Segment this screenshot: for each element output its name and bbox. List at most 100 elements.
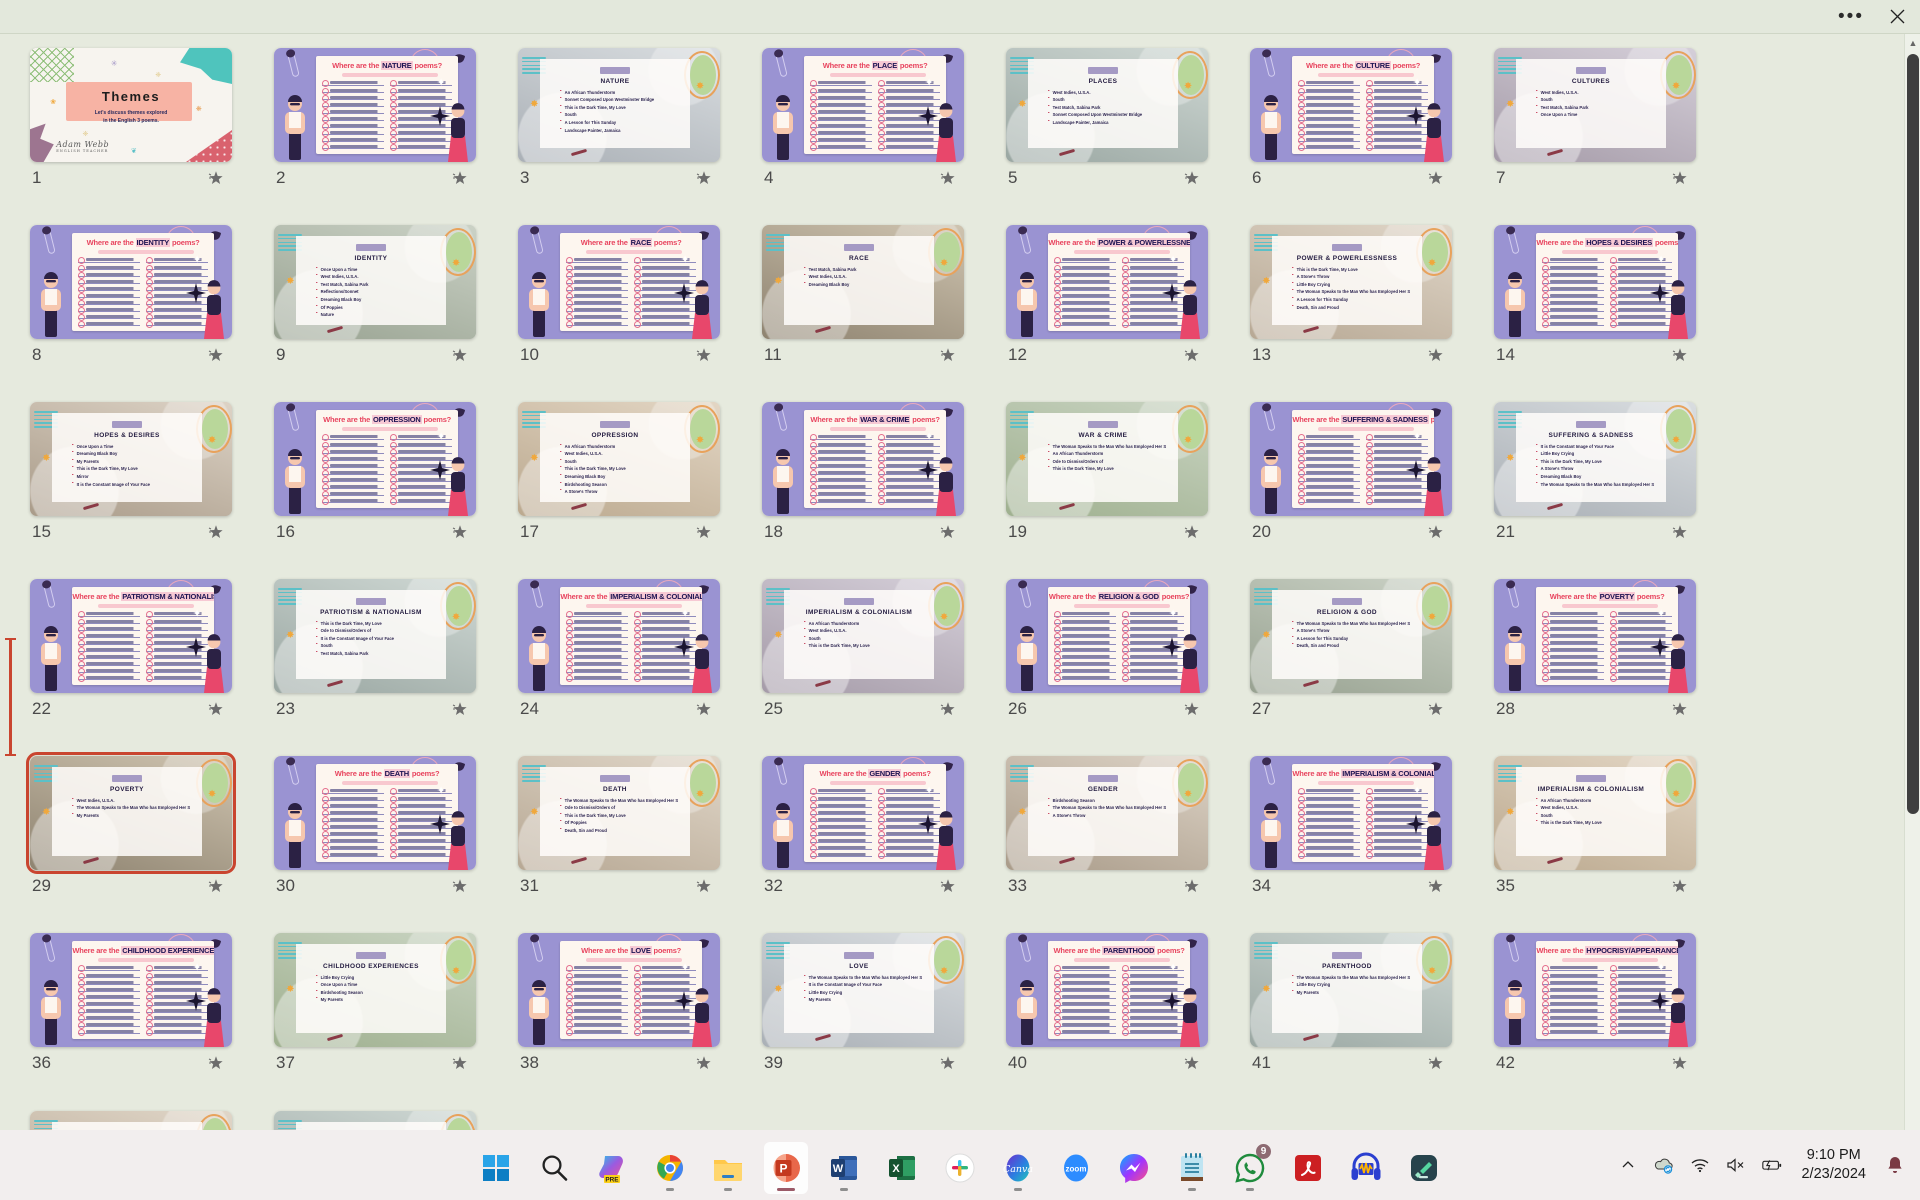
animation-star-icon[interactable]	[940, 878, 956, 894]
slide-cell[interactable]: ✸ ✸	[22, 1107, 266, 1130]
tray-overflow-icon[interactable]	[1617, 1154, 1639, 1176]
slide-cell[interactable]: RACE Test Match, Sabina Park West Indies,…	[754, 221, 998, 398]
animation-star-icon[interactable]	[1672, 1055, 1688, 1071]
slide-cell[interactable]: Where are the WAR & CRIME poems? ✦ 18	[754, 398, 998, 575]
animation-star-icon[interactable]	[452, 347, 468, 363]
animation-star-icon[interactable]	[208, 878, 224, 894]
animation-star-icon[interactable]	[696, 701, 712, 717]
animation-star-icon[interactable]	[1428, 347, 1444, 363]
slide-thumbnail[interactable]: Where are the CHILDHOOD EXPERIENCES poem…	[30, 933, 232, 1047]
slide-cell[interactable]: PATRIOTISM & NATIONALISM This is the Dar…	[266, 575, 510, 752]
slide-cell[interactable]: Where are the RACE poems? ✦ 10	[510, 221, 754, 398]
word-button[interactable]: W	[822, 1142, 866, 1194]
slide-thumbnail[interactable]: Where are the HOPES & DESIRES poems? ✦	[1494, 225, 1696, 339]
slide-thumbnail[interactable]: WAR & CRIME The Woman Speaks to the Man …	[1006, 402, 1208, 516]
slide-cell[interactable]: Where are the GENDER poems? ✦ 32	[754, 752, 998, 929]
slide-cell[interactable]: Where are the PATRIOTISM & NATIONALISM p…	[22, 575, 266, 752]
animation-star-icon[interactable]	[1428, 1055, 1444, 1071]
slide-cell[interactable]: Where are the HYPOCRISY/APPEARANCE VS RE…	[1486, 929, 1730, 1106]
animation-star-icon[interactable]	[208, 701, 224, 717]
slide-cell[interactable]: ✳ ❈ ❈ ❦ ❀ ❋ Themes Let's discuss themes …	[22, 44, 266, 221]
slide-cell[interactable]: IDENTITY Once Upon a Time West Indies, U.…	[266, 221, 510, 398]
slide-thumbnail[interactable]: POWER & POWERLESSNESS This is the Dark T…	[1250, 225, 1452, 339]
slide-thumbnail[interactable]: Where are the PARENTHOOD poems? ✦	[1006, 933, 1208, 1047]
animation-star-icon[interactable]	[452, 878, 468, 894]
scrollbar-thumb[interactable]	[1907, 54, 1919, 814]
slack-button[interactable]	[938, 1142, 982, 1194]
canva-button[interactable]: Canva	[996, 1142, 1040, 1194]
slide-thumbnail[interactable]: Where are the OPPRESSION poems? ✦	[274, 402, 476, 516]
slide-thumbnail[interactable]: NATURE An African Thunderstorm Sonnet Com…	[518, 48, 720, 162]
slide-thumbnail[interactable]: Where are the NATURE poems? ✦	[274, 48, 476, 162]
wifi-icon[interactable]	[1689, 1154, 1711, 1176]
slide-thumbnail[interactable]: LOVE The Woman Speaks to the Man Who has…	[762, 933, 964, 1047]
slide-thumbnail[interactable]: SUFFERING & SADNESS It is the Constant I…	[1494, 402, 1696, 516]
slide-thumbnail[interactable]: ✸ ✸	[274, 1111, 476, 1130]
slide-thumbnail[interactable]: Where are the RACE poems? ✦	[518, 225, 720, 339]
animation-star-icon[interactable]	[452, 170, 468, 186]
slide-cell[interactable]: PARENTHOOD The Woman Speaks to the Man W…	[1242, 929, 1486, 1106]
vertical-scrollbar[interactable]: ▲	[1904, 34, 1920, 1130]
animation-star-icon[interactable]	[452, 1055, 468, 1071]
animation-star-icon[interactable]	[1184, 701, 1200, 717]
animation-star-icon[interactable]	[1672, 347, 1688, 363]
slide-cell[interactable]: Where are the IMPERIALISM & COLONIALISM …	[1242, 752, 1486, 929]
slide-cell[interactable]: Where are the IDENTITY poems? ✦ 8	[22, 221, 266, 398]
slide-cell[interactable]: GENDER Birdshooting Season The Woman Spea…	[998, 752, 1242, 929]
taskbar-clock[interactable]: 9:10 PM 2/23/2024	[1797, 1146, 1870, 1184]
animation-star-icon[interactable]	[1672, 170, 1688, 186]
slide-cell[interactable]: Where are the CHILDHOOD EXPERIENCES poem…	[22, 929, 266, 1106]
slide-thumbnail[interactable]: Where are the CULTURE poems? ✦	[1250, 48, 1452, 162]
close-window-button[interactable]	[1874, 1, 1920, 33]
animation-star-icon[interactable]	[1428, 170, 1444, 186]
animation-star-icon[interactable]	[696, 878, 712, 894]
animation-star-icon[interactable]	[940, 170, 956, 186]
search-button[interactable]	[532, 1142, 576, 1194]
animation-star-icon[interactable]	[940, 347, 956, 363]
slide-cell[interactable]: Where are the IMPERIALISM & COLONIALISM …	[510, 575, 754, 752]
slide-cell[interactable]: DEATH The Woman Speaks to the Man Who ha…	[510, 752, 754, 929]
animation-star-icon[interactable]	[452, 524, 468, 540]
slide-cell[interactable]: NATURE An African Thunderstorm Sonnet Com…	[510, 44, 754, 221]
animation-star-icon[interactable]	[208, 1055, 224, 1071]
slide-cell[interactable]: LOVE The Woman Speaks to the Man Who has…	[754, 929, 998, 1106]
slide-thumbnail[interactable]: ✸ ✸	[30, 1111, 232, 1130]
slide-thumbnail[interactable]: RACE Test Match, Sabina Park West Indies,…	[762, 225, 964, 339]
excel-button[interactable]: X	[880, 1142, 924, 1194]
slide-thumbnail[interactable]: GENDER Birdshooting Season The Woman Spea…	[1006, 756, 1208, 870]
zoom-button[interactable]: zoom	[1054, 1142, 1098, 1194]
slide-thumbnail[interactable]: CULTURES West Indies, U.S.A. South Test Ma…	[1494, 48, 1696, 162]
messenger-button[interactable]	[1112, 1142, 1156, 1194]
animation-star-icon[interactable]	[940, 1055, 956, 1071]
start-button[interactable]	[474, 1142, 518, 1194]
slide-cell[interactable]: Where are the LOVE poems? ✦ 38	[510, 929, 754, 1106]
slide-thumbnail[interactable]: Where are the LOVE poems? ✦	[518, 933, 720, 1047]
animation-star-icon[interactable]	[696, 1055, 712, 1071]
slide-cell[interactable]: Where are the PLACE poems? ✦ 4	[754, 44, 998, 221]
slide-thumbnail[interactable]: PLACES West Indies, U.S.A. South Test Matc…	[1006, 48, 1208, 162]
animation-star-icon[interactable]	[696, 170, 712, 186]
animation-star-icon[interactable]	[1672, 524, 1688, 540]
slide-thumbnail[interactable]: Where are the DEATH poems? ✦	[274, 756, 476, 870]
animation-star-icon[interactable]	[1184, 524, 1200, 540]
slide-thumbnail[interactable]: ✳ ❈ ❈ ❦ ❀ ❋ Themes Let's discuss themes …	[30, 48, 232, 162]
notepad-button[interactable]	[1170, 1142, 1214, 1194]
slide-cell[interactable]: PLACES West Indies, U.S.A. South Test Matc…	[998, 44, 1242, 221]
slide-cell[interactable]: IMPERIALISM & COLONIALISM An African Thu…	[1486, 752, 1730, 929]
scroll-up-arrow-icon[interactable]: ▲	[1905, 34, 1920, 51]
slide-cell[interactable]: POVERTY West Indies, U.S.A. The Woman Spe…	[22, 752, 266, 929]
slide-thumbnail-grid-area[interactable]: ✳ ❈ ❈ ❦ ❀ ❋ Themes Let's discuss themes …	[0, 34, 1920, 1130]
slide-cell[interactable]: Where are the HOPES & DESIRES poems? ✦ 1…	[1486, 221, 1730, 398]
slide-cell[interactable]: Where are the PARENTHOOD poems? ✦ 40	[998, 929, 1242, 1106]
slide-thumbnail[interactable]: OPPRESSION An African Thunderstorm West I…	[518, 402, 720, 516]
slide-thumbnail[interactable]: IDENTITY Once Upon a Time West Indies, U.…	[274, 225, 476, 339]
slide-thumbnail[interactable]: IMPERIALISM & COLONIALISM An African Thu…	[762, 579, 964, 693]
animation-star-icon[interactable]	[1672, 701, 1688, 717]
animation-star-icon[interactable]	[940, 524, 956, 540]
animation-star-icon[interactable]	[452, 701, 468, 717]
slide-thumbnail[interactable]: Where are the SUFFERING & SADNESS poems?…	[1250, 402, 1452, 516]
slide-cell[interactable]: POWER & POWERLESSNESS This is the Dark T…	[1242, 221, 1486, 398]
slide-cell[interactable]: HOPES & DESIRES Once Upon a Time Dreaming…	[22, 398, 266, 575]
filmora-button[interactable]	[1402, 1142, 1446, 1194]
audacity-button[interactable]	[1344, 1142, 1388, 1194]
